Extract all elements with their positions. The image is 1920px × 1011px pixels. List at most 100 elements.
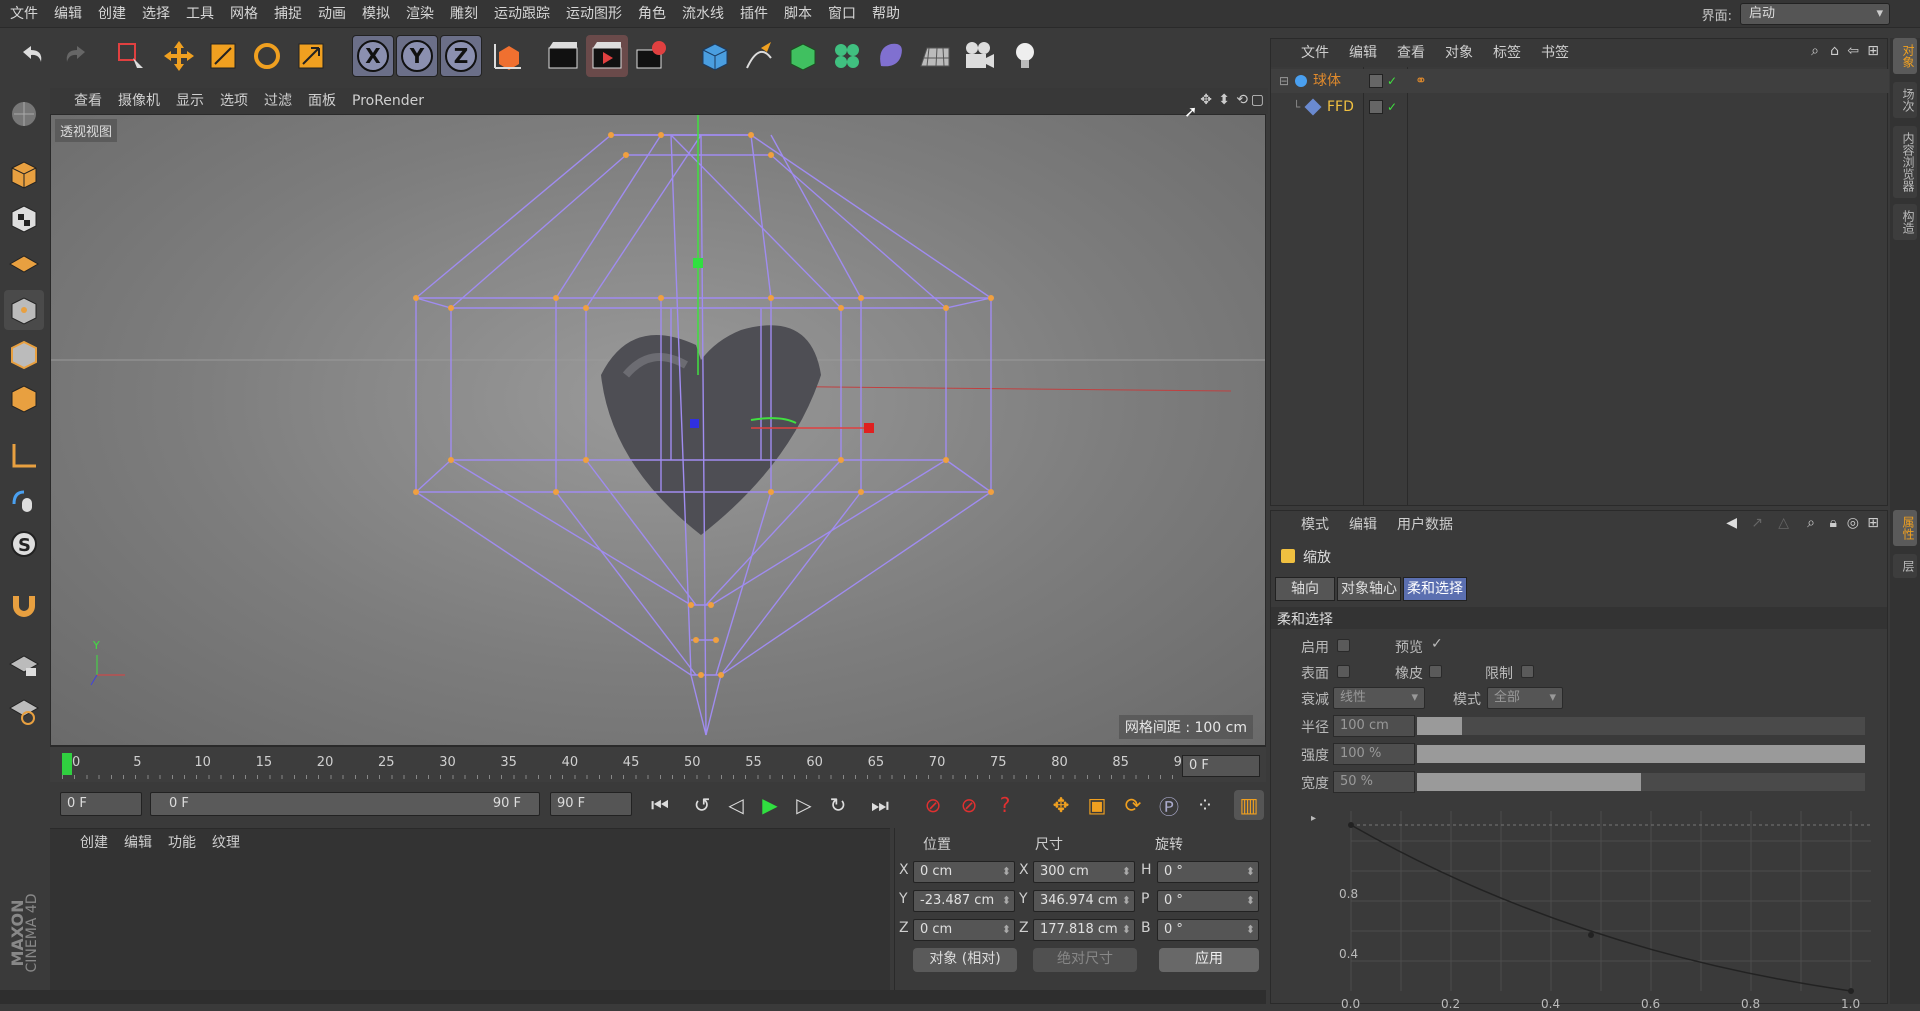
menu-pipeline[interactable]: 流水线 bbox=[674, 0, 732, 28]
x-axis-lock-button[interactable]: X bbox=[352, 35, 394, 77]
attr-menu-edit[interactable]: 编辑 bbox=[1339, 511, 1387, 539]
restrict-checkbox[interactable] bbox=[1521, 665, 1534, 678]
obj-menu-edit[interactable]: 编辑 bbox=[1339, 39, 1387, 67]
redo-icon[interactable] bbox=[56, 35, 98, 77]
live-selection-icon[interactable] bbox=[110, 35, 152, 77]
snap-icon[interactable] bbox=[4, 584, 44, 624]
next-keyframe-icon[interactable]: ↻ bbox=[823, 790, 853, 820]
solo-icon[interactable]: S bbox=[4, 524, 44, 564]
strength-field[interactable]: 100 % bbox=[1333, 743, 1415, 765]
mat-menu-create[interactable]: 创建 bbox=[72, 829, 116, 857]
enable-axis-icon[interactable] bbox=[4, 436, 44, 476]
undo-icon[interactable] bbox=[10, 35, 52, 77]
vp-menu-panel[interactable]: 面板 bbox=[300, 88, 344, 114]
up-arrow-icon[interactable]: ↗ bbox=[1751, 515, 1763, 531]
obj-menu-file[interactable]: 文件 bbox=[1291, 39, 1339, 67]
layer-swatch[interactable] bbox=[1369, 100, 1383, 114]
key-rotation-icon[interactable]: ⟳ bbox=[1118, 790, 1148, 820]
z-axis-lock-button[interactable]: Z bbox=[440, 35, 482, 77]
object-name-sphere[interactable]: 球体 bbox=[1313, 69, 1341, 93]
orbit-icon[interactable]: ⟲ bbox=[1236, 92, 1248, 108]
coord-mode-dropdown[interactable]: 对象 (相对) bbox=[913, 948, 1017, 972]
render-settings-icon[interactable] bbox=[630, 35, 672, 77]
rot-p-field[interactable]: 0 ° bbox=[1157, 890, 1259, 912]
record-active-icon[interactable]: ⊘ bbox=[918, 790, 948, 820]
tab-soft-selection[interactable]: 柔和选择 bbox=[1403, 577, 1467, 601]
menu-tools[interactable]: 工具 bbox=[178, 0, 222, 28]
lock-icon[interactable]: 🔒︎ bbox=[1830, 515, 1837, 531]
move-icon[interactable] bbox=[158, 35, 200, 77]
object-row-sphere[interactable]: ⊟ 球体 ✓ ⚭ bbox=[1271, 69, 1889, 93]
render-view-icon[interactable] bbox=[542, 35, 584, 77]
visibility-check-icon[interactable]: ✓ bbox=[1387, 69, 1397, 93]
tab-attributes[interactable]: 属性 bbox=[1893, 510, 1917, 546]
previous-frame-icon[interactable]: ◁ bbox=[721, 790, 751, 820]
tab-objects[interactable]: 对象 bbox=[1893, 38, 1917, 74]
obj-menu-view[interactable]: 查看 bbox=[1387, 39, 1435, 67]
tab-takes[interactable]: 场次 bbox=[1893, 82, 1917, 118]
vp-menu-prorender[interactable]: ProRender bbox=[344, 88, 432, 114]
attr-menu-mode[interactable]: 模式 bbox=[1291, 511, 1339, 539]
menu-plugins[interactable]: 插件 bbox=[732, 0, 776, 28]
tab-structure[interactable]: 构造 bbox=[1893, 204, 1917, 240]
tab-layers[interactable]: 层 bbox=[1893, 554, 1917, 578]
render-to-picture-viewer-icon[interactable] bbox=[586, 35, 628, 77]
autokey-icon[interactable]: ⊘ bbox=[954, 790, 984, 820]
menu-mograph[interactable]: 运动图形 bbox=[558, 0, 630, 28]
phong-tag-icon[interactable]: ⚭ bbox=[1415, 69, 1427, 93]
menu-render[interactable]: 渲染 bbox=[398, 0, 442, 28]
mat-menu-function[interactable]: 功能 bbox=[160, 829, 204, 857]
width-field[interactable]: 50 % bbox=[1333, 771, 1415, 793]
pos-z-field[interactable]: 0 cm bbox=[913, 919, 1015, 941]
collapse-icon[interactable]: ⊟ bbox=[1279, 69, 1289, 93]
menu-motion-tracker[interactable]: 运动跟踪 bbox=[486, 0, 558, 28]
size-x-field[interactable]: 300 cm bbox=[1033, 861, 1135, 883]
polygons-mode-icon[interactable] bbox=[4, 378, 44, 418]
obj-menu-objects[interactable]: 对象 bbox=[1435, 39, 1483, 67]
menu-animate[interactable]: 动画 bbox=[310, 0, 354, 28]
rotate-icon[interactable] bbox=[246, 35, 288, 77]
cube-primitive-icon[interactable] bbox=[694, 35, 736, 77]
rot-b-field[interactable]: 0 ° bbox=[1157, 919, 1259, 941]
layer-swatch[interactable] bbox=[1369, 74, 1383, 88]
tab-axis[interactable]: 轴向 bbox=[1275, 577, 1335, 601]
enabled-check-icon[interactable]: ✓ bbox=[1387, 95, 1397, 119]
max-frame-input[interactable]: 90 F bbox=[550, 792, 632, 816]
menu-script[interactable]: 脚本 bbox=[776, 0, 820, 28]
vp-menu-cameras[interactable]: 摄像机 bbox=[110, 88, 168, 114]
planar-workplane-icon[interactable] bbox=[4, 690, 44, 730]
size-y-field[interactable]: 346.974 cm bbox=[1033, 890, 1135, 912]
zoom-icon[interactable]: ⬍ bbox=[1218, 92, 1230, 108]
strength-slider[interactable] bbox=[1417, 745, 1865, 763]
menu-file[interactable]: 文件 bbox=[2, 0, 46, 28]
new-window-icon[interactable]: ⊞ bbox=[1867, 515, 1879, 531]
apply-button[interactable]: 应用 bbox=[1159, 948, 1259, 972]
timeline-window-icon[interactable]: ▥ bbox=[1234, 790, 1264, 820]
interface-dropdown[interactable]: 启动 bbox=[1740, 3, 1890, 25]
rubber-checkbox[interactable] bbox=[1429, 665, 1442, 678]
play-icon[interactable]: ▶ bbox=[755, 790, 785, 820]
workplane-lock-icon[interactable] bbox=[4, 644, 44, 684]
workplane-mode-icon[interactable] bbox=[4, 242, 44, 282]
edges-mode-icon[interactable] bbox=[4, 334, 44, 374]
points-mode-icon[interactable] bbox=[4, 290, 44, 330]
key-scale-icon[interactable]: ▣ bbox=[1082, 790, 1112, 820]
enable-checkbox[interactable] bbox=[1337, 639, 1350, 652]
timeline-ruler[interactable]: 051015202530354045505560657075808590 0 F bbox=[50, 746, 1266, 782]
maximize-view-icon[interactable]: ▢ bbox=[1251, 92, 1264, 108]
vp-menu-view[interactable]: 查看 bbox=[66, 88, 110, 114]
preview-check-icon[interactable]: ✓ bbox=[1431, 636, 1443, 652]
menu-window[interactable]: 窗口 bbox=[820, 0, 864, 28]
obj-menu-bookmarks[interactable]: 书签 bbox=[1531, 39, 1579, 67]
radius-field[interactable]: 100 cm bbox=[1333, 715, 1415, 737]
scale-icon[interactable] bbox=[202, 35, 244, 77]
menu-create[interactable]: 创建 bbox=[90, 0, 134, 28]
tab-object-axis[interactable]: 对象轴心 bbox=[1337, 577, 1401, 601]
model-mode-icon[interactable] bbox=[4, 154, 44, 194]
texture-mode-icon[interactable] bbox=[4, 198, 44, 238]
coordinate-system-icon[interactable] bbox=[488, 35, 530, 77]
go-to-end-icon[interactable]: ⏭ bbox=[865, 790, 895, 820]
obj-menu-tags[interactable]: 标签 bbox=[1483, 39, 1531, 67]
falloff-curve-graph[interactable]: ▸ bbox=[1271, 801, 1887, 1001]
camera-icon[interactable] bbox=[958, 35, 1000, 77]
